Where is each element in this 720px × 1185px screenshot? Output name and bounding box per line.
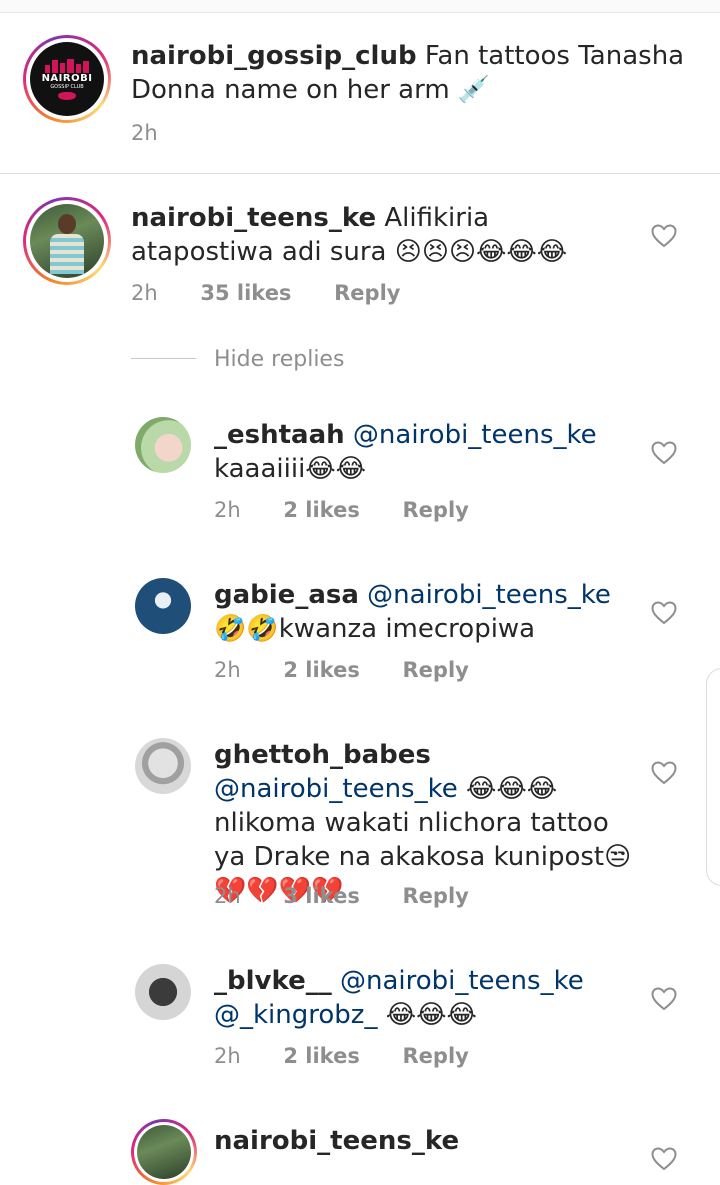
logo-text-top: NAIROBI bbox=[41, 72, 93, 84]
reply-time: 2h bbox=[214, 498, 241, 522]
reply-username[interactable]: nairobi_teens_ke bbox=[214, 1126, 459, 1156]
reply-button[interactable]: Reply bbox=[403, 658, 469, 682]
reply-likes[interactable]: 2 likes bbox=[283, 1044, 359, 1068]
reply-avatar[interactable] bbox=[135, 578, 191, 634]
like-heart-icon[interactable] bbox=[651, 761, 677, 785]
reply-avatar[interactable] bbox=[131, 1119, 197, 1185]
caption-avatar[interactable]: NAIROBI GOSSIP CLUB bbox=[23, 35, 111, 123]
reply-username[interactable]: _eshtaah bbox=[214, 420, 345, 450]
reply-likes[interactable]: 2 likes bbox=[283, 658, 359, 682]
reply-body: 😂😂😂 bbox=[385, 1000, 477, 1030]
comment-likes[interactable]: 35 likes bbox=[200, 281, 291, 305]
reply-body: kaaaiiii😂😂 bbox=[214, 454, 367, 484]
hide-replies-button[interactable]: Hide replies bbox=[214, 347, 344, 372]
reply-time: 2h bbox=[214, 658, 241, 682]
like-heart-icon[interactable] bbox=[651, 1147, 677, 1171]
reply-username[interactable]: _blvke__ bbox=[214, 966, 332, 996]
caption-text: nairobi_gossip_club Fan tattoos Tanasha … bbox=[131, 39, 691, 107]
reply-username[interactable]: ghettoh_babes bbox=[214, 740, 431, 770]
reply-mention[interactable]: @nairobi_teens_ke bbox=[353, 420, 597, 450]
post-caption: NAIROBI GOSSIP CLUB nairobi_gossip_club … bbox=[0, 13, 720, 174]
comment-avatar[interactable] bbox=[23, 197, 111, 285]
reply-button[interactable]: Reply bbox=[403, 1044, 469, 1068]
reply-avatar[interactable] bbox=[135, 964, 191, 1020]
comment-time: 2h bbox=[131, 281, 158, 305]
comment-text: nairobi_teens_ke Alifikiria atapostiwa a… bbox=[131, 201, 631, 269]
reply-text: _blvke__ @nairobi_teens_ke @_kingrobz_ 😂… bbox=[214, 964, 634, 1032]
reply-time: 2h bbox=[214, 884, 241, 908]
reply-button[interactable]: Reply bbox=[334, 281, 400, 305]
reply-time: 2h bbox=[214, 1044, 241, 1068]
reply-button[interactable]: Reply bbox=[403, 498, 469, 522]
reply-meta: 2h 2 likes Reply bbox=[214, 658, 505, 682]
reply-mention[interactable]: @nairobi_teens_ke bbox=[214, 774, 458, 804]
caption-username[interactable]: nairobi_gossip_club bbox=[131, 41, 417, 71]
divider bbox=[131, 358, 196, 359]
comment-meta: 2h 35 likes Reply bbox=[131, 281, 436, 305]
top-bar-edge bbox=[0, 0, 720, 13]
reply-mention[interactable]: @nairobi_teens_ke bbox=[367, 580, 611, 610]
caption-meta: 2h bbox=[131, 121, 194, 145]
caption-time: 2h bbox=[131, 121, 158, 145]
reply-text: _eshtaah @nairobi_teens_ke kaaaiiii😂😂 bbox=[214, 418, 634, 486]
reply-likes[interactable]: 3 likes bbox=[283, 884, 359, 908]
reply-text: gabie_asa @nairobi_teens_ke 🤣🤣kwanza ime… bbox=[214, 578, 634, 646]
lips-icon bbox=[58, 91, 76, 100]
reply-likes[interactable]: 2 likes bbox=[283, 498, 359, 522]
like-heart-icon[interactable] bbox=[651, 987, 677, 1011]
logo-text-bottom: GOSSIP CLUB bbox=[50, 83, 84, 90]
skyline-icon bbox=[37, 58, 97, 73]
like-heart-icon[interactable] bbox=[651, 441, 677, 465]
reply-meta: 2h 2 likes Reply bbox=[214, 1044, 505, 1068]
reply-text: ghettoh_babes @nairobi_teens_ke 😂😂😂nliko… bbox=[214, 738, 634, 908]
reply-text: nairobi_teens_ke bbox=[214, 1124, 634, 1158]
comment-username[interactable]: nairobi_teens_ke bbox=[131, 203, 376, 233]
side-handle[interactable] bbox=[706, 668, 720, 886]
reply-username[interactable]: gabie_asa bbox=[214, 580, 359, 610]
reply-body: 🤣🤣kwanza imecropiwa bbox=[214, 614, 536, 644]
reply-meta: 2h 2 likes Reply bbox=[214, 498, 505, 522]
reply-button[interactable]: Reply bbox=[403, 884, 469, 908]
reply-avatar[interactable] bbox=[135, 417, 191, 473]
like-heart-icon[interactable] bbox=[651, 224, 677, 248]
reply-meta: 2h 3 likes Reply bbox=[214, 884, 505, 908]
like-heart-icon[interactable] bbox=[651, 601, 677, 625]
reply-avatar[interactable] bbox=[135, 738, 191, 794]
